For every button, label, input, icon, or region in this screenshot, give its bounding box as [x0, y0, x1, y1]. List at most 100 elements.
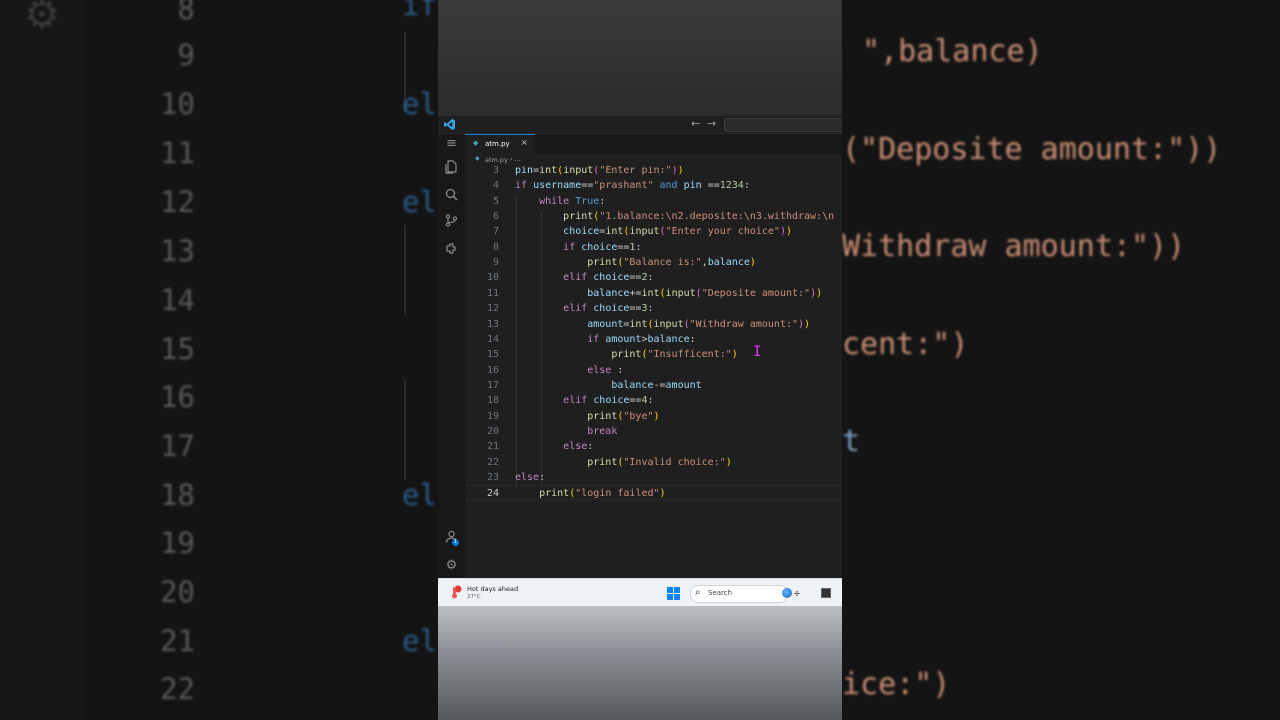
code-line[interactable]: 6 print("1.balance:\n2.deposite:\n3.with…: [465, 209, 842, 224]
code-token: ): [653, 410, 660, 422]
code-line[interactable]: 11 balance+=int(input("Deposite amount:"…: [465, 286, 842, 301]
code-token: :: [539, 472, 546, 483]
forward-arrow-icon[interactable]: →: [707, 117, 716, 130]
code-token: choice: [593, 395, 630, 407]
search-icon[interactable]: [444, 188, 459, 203]
settings-icon[interactable]: ⚙: [444, 558, 459, 573]
code-token: while: [539, 195, 576, 207]
code-text: amount=int(input("Withdraw amount:")): [515, 317, 810, 332]
code-token: int: [605, 226, 624, 238]
weather-thermometer-icon[interactable]: [450, 585, 462, 599]
vscode-logo-icon: [444, 119, 455, 130]
extensions-icon[interactable]: [444, 242, 459, 257]
code-token: +=: [629, 287, 642, 299]
menu-icon[interactable]: ≡: [444, 136, 459, 151]
code-text: elif choice==4:: [515, 393, 653, 408]
code-token: else: [563, 441, 588, 453]
weather-temperature: 27°C: [467, 594, 481, 600]
code-text: if amount>balance:: [515, 332, 695, 347]
code-line[interactable]: 21 else:: [465, 439, 842, 454]
bg-line-number: 10: [160, 87, 195, 121]
code-text: else:: [515, 439, 593, 454]
code-line[interactable]: 7 choice=int(input("Enter your choice")): [465, 224, 842, 239]
windows-taskbar: Hot days ahead 27°C ⌕ Search ✢: [438, 578, 842, 607]
tab-atm-py[interactable]: ◆ atm.py ×: [465, 134, 535, 153]
code-line[interactable]: 4 if username=="prashant" and pin ==1234:: [465, 178, 842, 193]
line-number: 14: [486, 333, 499, 345]
code-text: else :: [515, 363, 623, 378]
code-text: else:: [515, 470, 545, 485]
code-line[interactable]: 19 print("bye"): [465, 409, 842, 424]
code-line[interactable]: 15 print("Insufficent:"): [465, 347, 842, 362]
background-right-zoom: ",balance) ("Deposite amount:")) Withdra…: [842, 0, 1280, 720]
code-token: ==: [581, 180, 594, 192]
code-line[interactable]: 12 elif choice==3:: [465, 301, 842, 316]
code-token: choice: [593, 272, 630, 284]
code-token: balance: [587, 287, 630, 299]
code-text: if choice==1:: [515, 240, 641, 255]
code-line[interactable]: 13 amount=int(input("Withdraw amount:")): [465, 317, 842, 332]
bg-line-number: 21: [160, 624, 195, 658]
code-text: print("Balance is:",balance): [515, 255, 756, 270]
taskbar-search-box[interactable]: ⌕ Search: [690, 585, 788, 603]
code-token: "Invalid choice:": [623, 456, 726, 468]
search-highlight-icon[interactable]: [782, 588, 792, 598]
code-token: "Insufficent:": [647, 349, 732, 361]
taskbar-app-icon[interactable]: [821, 588, 831, 598]
code-token: choice: [581, 241, 618, 253]
code-token: if: [563, 241, 582, 253]
code-line[interactable]: 9 print("Balance is:",balance): [465, 255, 842, 270]
weather-title[interactable]: Hot days ahead: [467, 585, 518, 593]
source-control-icon[interactable]: [444, 214, 459, 229]
bg-line-number: 20: [160, 575, 195, 609]
line-number: 20: [486, 425, 499, 437]
code-line[interactable]: 22 print("Invalid choice:"): [465, 455, 842, 470]
bg-line-number: 13: [160, 234, 195, 268]
line-number: 3: [492, 166, 499, 176]
code-editor[interactable]: 3 pin=int(input("Enter pin:")) 4 if usernam…: [465, 166, 842, 578]
bg-line-number: 15: [160, 332, 195, 366]
command-center-input[interactable]: [724, 118, 842, 132]
code-token: balance: [647, 333, 690, 345]
code-line[interactable]: 5 while True:: [465, 194, 842, 209]
code-token: int: [641, 287, 660, 299]
code-line[interactable]: 14 if amount>balance:: [465, 332, 842, 347]
code-token: int: [539, 166, 558, 176]
code-token: :: [599, 195, 606, 207]
code-line[interactable]: 10 elif choice==2:: [465, 270, 842, 285]
code-token: choice: [563, 226, 600, 238]
windows-start-icon[interactable]: [667, 587, 680, 600]
code-line[interactable]: 3 pin=int(input("Enter pin:")): [465, 166, 842, 178]
bg-keyword: el: [402, 624, 437, 658]
code-token: :: [647, 303, 654, 315]
search-highlight-cursor-icon: ✢: [794, 590, 800, 598]
bg-line-number: 22: [160, 672, 195, 706]
breadcrumb-separator[interactable]: › ...: [510, 155, 521, 163]
code-line[interactable]: 8 if choice==1:: [465, 240, 842, 255]
code-line[interactable]: 23 else:: [465, 470, 842, 485]
code-text: print("login failed"): [515, 486, 665, 501]
code-line[interactable]: 16 else :: [465, 363, 842, 378]
back-arrow-icon[interactable]: ←: [691, 117, 700, 130]
code-token: elif: [563, 303, 594, 315]
code-line[interactable]: 18 elif choice==4:: [465, 393, 842, 408]
code-line[interactable]: 17 balance-=amount: [465, 378, 842, 393]
code-text: elif choice==2:: [515, 270, 653, 285]
code-token: :: [743, 180, 750, 192]
code-line[interactable]: 20 break: [465, 424, 842, 439]
line-number: 23: [486, 472, 499, 483]
breadcrumb-file[interactable]: atm.py: [485, 156, 508, 164]
code-line[interactable]: 24 print("login failed"): [465, 485, 842, 501]
breadcrumb: ◆ atm.py › ...: [465, 154, 842, 166]
explorer-icon[interactable]: [444, 160, 459, 175]
tab-close-icon[interactable]: ×: [521, 138, 528, 147]
bg-line-number: 8: [177, 0, 195, 26]
